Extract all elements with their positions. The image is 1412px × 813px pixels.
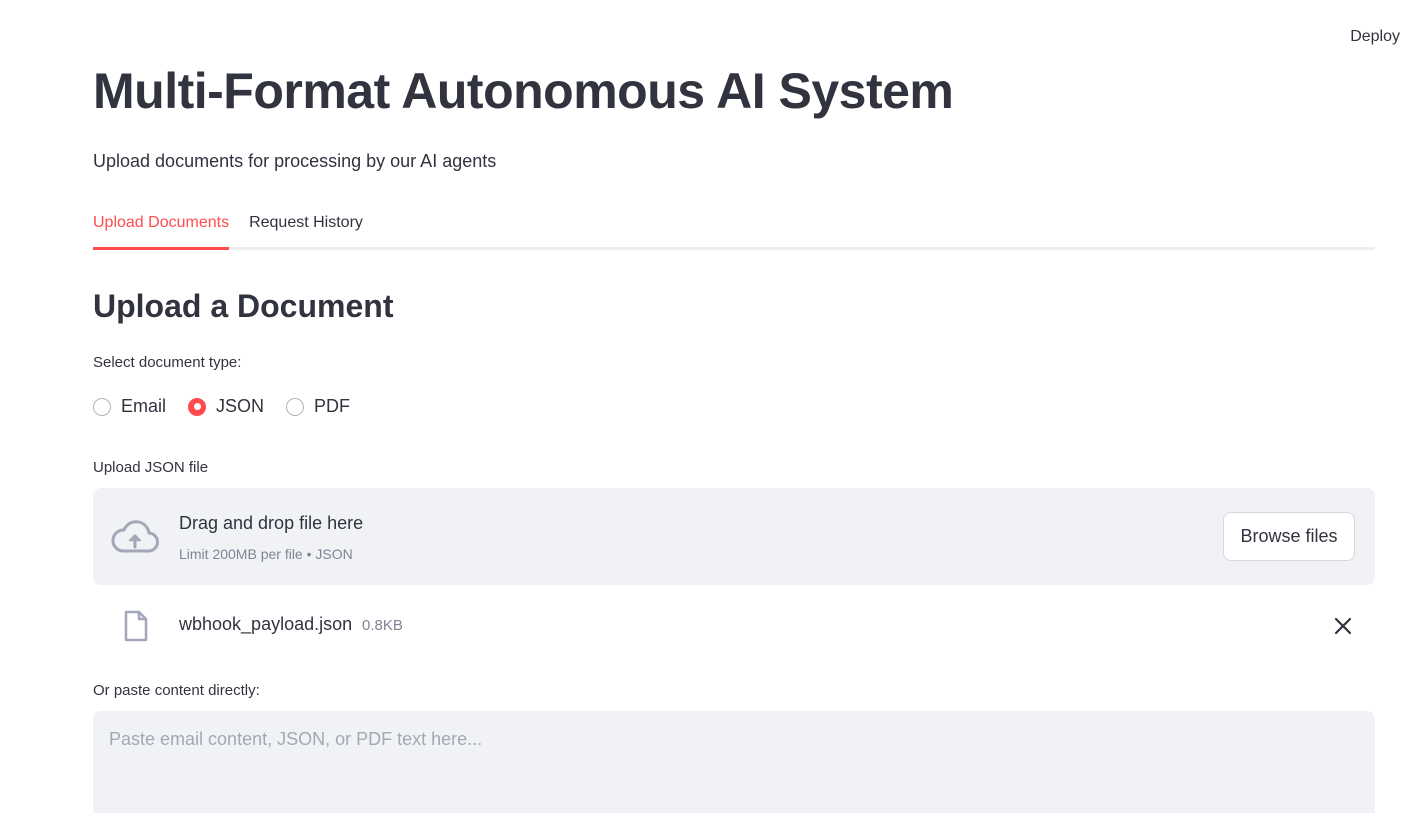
radio-email-label: Email bbox=[121, 396, 167, 416]
file-name: wbhook_payload.json bbox=[179, 614, 353, 634]
paste-label: Or paste content directly: bbox=[93, 682, 260, 699]
doc-type-label: Select document type: bbox=[93, 354, 242, 371]
uploaded-file-row: wbhook_payload.json 0.8KB bbox=[93, 600, 1375, 652]
dropzone-title: Drag and drop file here bbox=[179, 513, 364, 533]
section-title: Upload a Document bbox=[93, 288, 394, 324]
file-icon bbox=[124, 610, 148, 642]
app-page: Deploy Multi-Format Autonomous AI System… bbox=[0, 0, 1412, 813]
remove-file-button[interactable] bbox=[1331, 614, 1355, 638]
radio-email-circle[interactable] bbox=[93, 397, 111, 416]
radio-pdf[interactable]: PDF bbox=[286, 396, 350, 417]
browse-files-button[interactable]: Browse files bbox=[1223, 512, 1355, 561]
tab-upload-documents[interactable]: Upload Documents bbox=[93, 206, 230, 250]
file-dropzone[interactable]: Drag and drop file here Limit 200MB per … bbox=[93, 488, 1375, 585]
tab-bar: Upload Documents Request History bbox=[93, 206, 1375, 250]
radio-email[interactable]: Email bbox=[93, 396, 166, 417]
file-size: 0.8KB bbox=[362, 617, 403, 634]
radio-pdf-circle[interactable] bbox=[286, 397, 305, 416]
close-icon bbox=[1334, 617, 1352, 635]
file-upload-label: Upload JSON file bbox=[93, 459, 209, 476]
cloud-upload-icon bbox=[111, 520, 159, 553]
radio-json-label: JSON bbox=[216, 396, 265, 416]
page-subtitle: Upload documents for processing by our A… bbox=[93, 151, 497, 171]
deploy-button[interactable]: Deploy bbox=[1350, 26, 1400, 48]
dropzone-limit: Limit 200MB per file • JSON bbox=[179, 546, 353, 562]
radio-json[interactable]: JSON bbox=[188, 396, 264, 417]
tab-request-history[interactable]: Request History bbox=[249, 206, 363, 247]
paste-content-textarea[interactable] bbox=[93, 711, 1375, 813]
page-title: Multi-Format Autonomous AI System bbox=[93, 63, 954, 119]
doc-type-radio-group: Email JSON PDF bbox=[93, 396, 350, 417]
radio-pdf-label: PDF bbox=[314, 396, 351, 416]
radio-json-circle[interactable] bbox=[188, 397, 207, 416]
